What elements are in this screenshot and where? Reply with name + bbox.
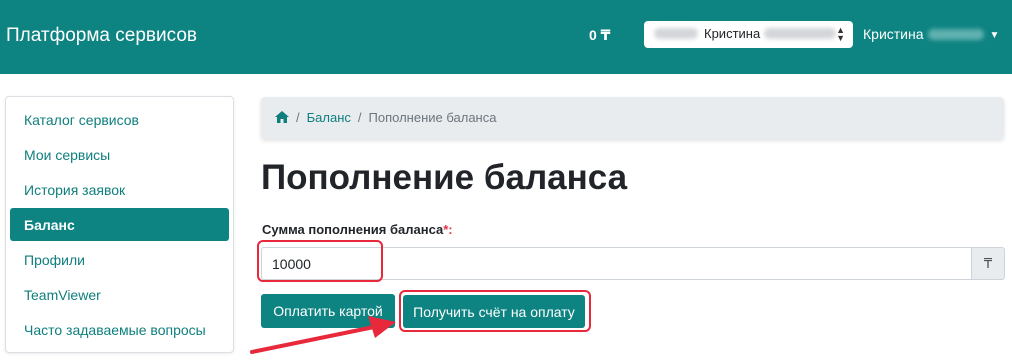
caret-down-icon: ▼ [989,30,1000,41]
get-invoice-button[interactable]: Получить счёт на оплату [403,295,585,328]
top-navbar: Платформа сервисов 0 ₸ Кристина ▲ ▼ Крист… [0,0,1012,74]
redacted-text [764,28,837,39]
breadcrumb-balance-link[interactable]: Баланс [307,110,351,125]
user-name: Кристина [863,26,924,42]
sidebar-item-my-services[interactable]: Мои сервисы [10,138,229,171]
required-mark: *: [443,222,453,237]
sidebar-item-faq[interactable]: Часто задаваемые вопросы [10,313,229,346]
balance-indicator[interactable]: 0 ₸ [589,27,610,44]
currency-addon: ₸ [971,247,1005,280]
sidebar-item-history[interactable]: История заявок [10,173,229,206]
breadcrumb-separator: / [357,110,362,125]
user-menu[interactable]: Кристина ▼ [863,26,999,42]
sidebar-item-teamviewer[interactable]: TeamViewer [10,278,229,311]
select-arrows-icon: ▲ ▼ [836,25,845,43]
breadcrumb: / Баланс / Пополнение баланса [261,97,1004,139]
redacted-text [927,29,984,40]
breadcrumb-separator: / [296,110,300,125]
sidebar-item-balance[interactable]: Баланс [10,208,229,241]
amount-label: Сумма пополнения баланса*: [262,222,453,237]
sidebar: Каталог сервисов Мои сервисы История зая… [5,96,234,353]
profile-select[interactable]: Кристина ▲ ▼ [644,21,853,48]
redacted-text [654,28,698,39]
brand-title[interactable]: Платформа сервисов [6,25,197,47]
sidebar-item-profiles[interactable]: Профили [10,243,229,276]
profile-select-name: Кристина [704,26,761,41]
sidebar-item-catalog[interactable]: Каталог сервисов [10,103,229,136]
page-title: Пополнение баланса [261,158,628,197]
annotation-arrow-icon [250,316,396,354]
amount-input[interactable] [261,247,972,280]
amount-label-text: Сумма пополнения баланса [262,222,444,237]
breadcrumb-current: Пополнение баланса [368,110,497,125]
home-icon[interactable] [275,111,289,123]
